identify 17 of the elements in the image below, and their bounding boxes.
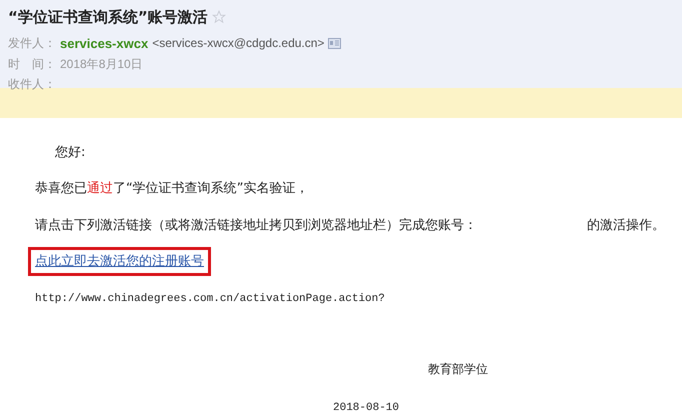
star-icon[interactable] bbox=[212, 10, 226, 24]
sent-time: 2018年8月10日 bbox=[60, 56, 143, 73]
activation-link[interactable]: 点此立即去激活您的注册账号 bbox=[28, 246, 211, 276]
sender-address: <services-xwcx@cdgdc.edu.cn> bbox=[152, 35, 324, 52]
recipient-label: 收件人： bbox=[8, 76, 56, 93]
sender-label: 发件人： bbox=[8, 35, 56, 52]
contact-card-icon[interactable] bbox=[328, 38, 342, 49]
congrats-text: 恭喜您已通过了“学位证书查询系统”实名验证， bbox=[35, 180, 308, 196]
time-label: 时 间： bbox=[8, 56, 56, 73]
sender-name[interactable]: services-xwcx bbox=[60, 34, 148, 53]
instruction-text: 请点击下列激活链接（或将激活链接地址拷贝到浏览器地址栏）完成您账号： bbox=[35, 217, 477, 235]
email-subject: “学位证书查询系统”账号激活 bbox=[8, 7, 208, 28]
instruction-end-text: 的激活操作。 bbox=[587, 217, 665, 235]
signature-text: 教育部学位 bbox=[428, 362, 488, 376]
activation-url: http://www.chinadegrees.com.cn/activationPage.action? bbox=[35, 293, 385, 305]
sent-date: 2018-08-10 bbox=[333, 402, 400, 411]
greeting-text: 您好: bbox=[55, 145, 86, 160]
